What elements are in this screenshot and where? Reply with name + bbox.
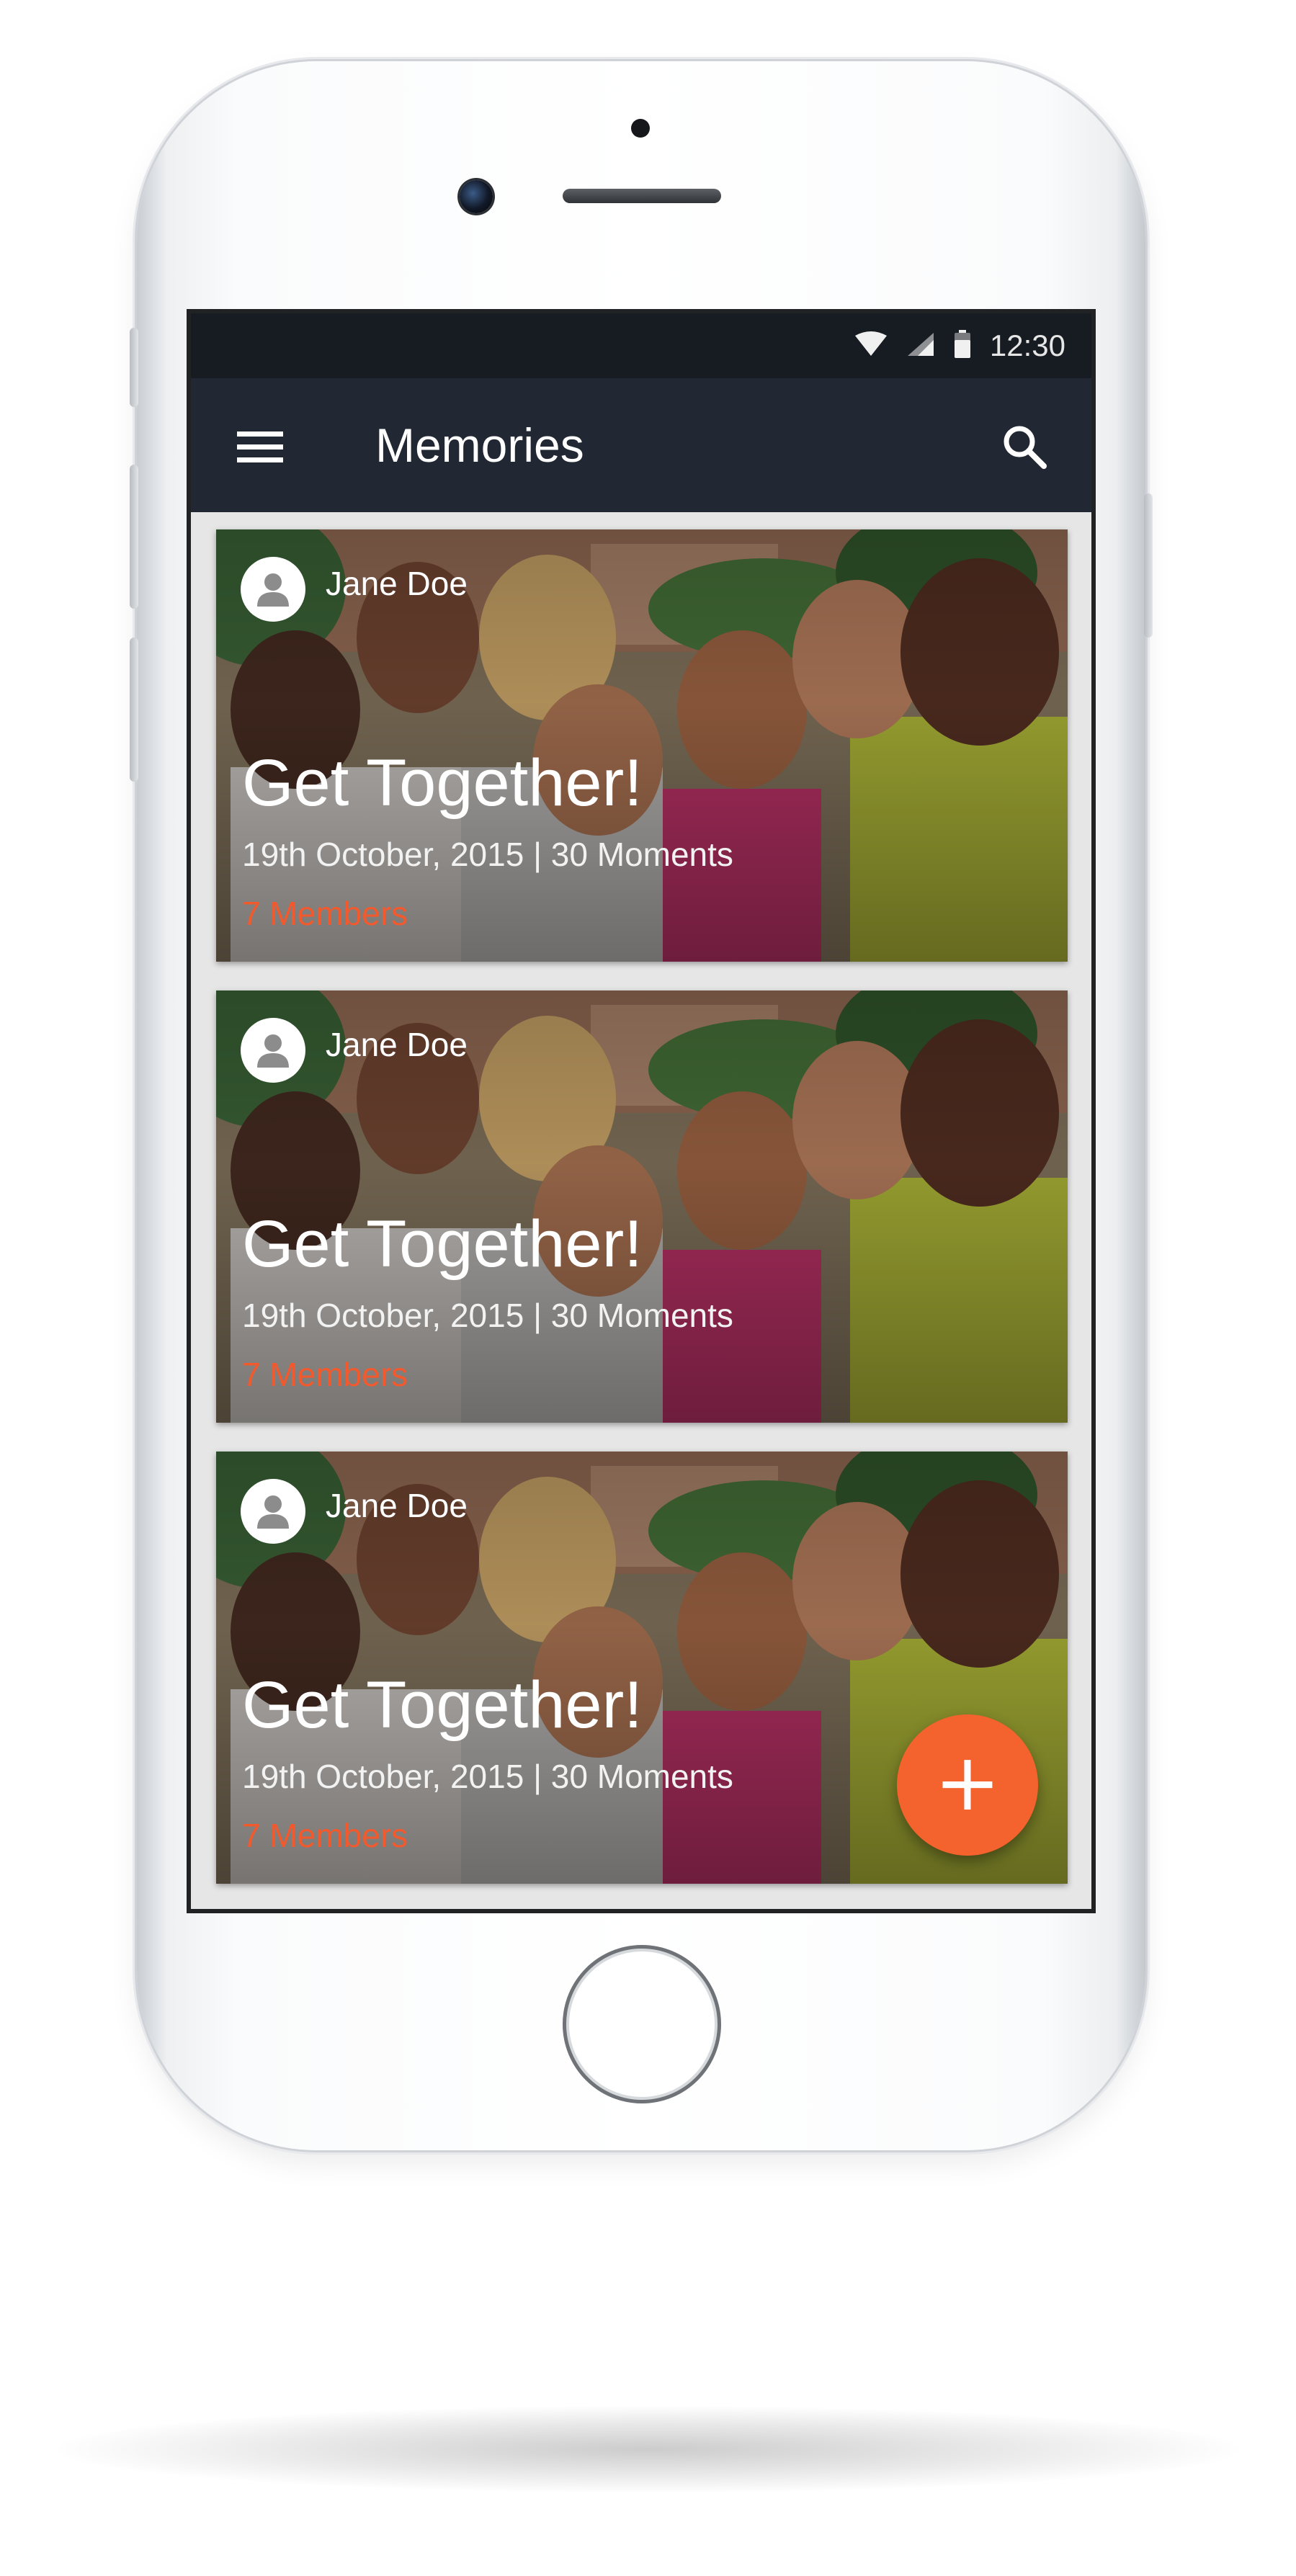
home-button[interactable] bbox=[563, 1945, 721, 2103]
avatar[interactable] bbox=[241, 1018, 305, 1083]
memory-card[interactable]: Jane Doe Get Together! 19th October, 201… bbox=[216, 990, 1068, 1423]
volume-down-button bbox=[130, 638, 138, 782]
author-name: Jane Doe bbox=[326, 1487, 468, 1524]
memory-card[interactable]: Jane Doe Get Together! 19th October, 201… bbox=[216, 529, 1068, 962]
memory-title: Get Together! bbox=[242, 1207, 643, 1281]
search-icon bbox=[1004, 426, 1047, 469]
front-camera bbox=[460, 180, 493, 213]
status-bar: 12:30 bbox=[191, 313, 1091, 378]
user-icon bbox=[257, 573, 289, 607]
mockup-stage: 12:30 Memories Jane Doe Get Together! 19… bbox=[0, 0, 1296, 2576]
avatar[interactable] bbox=[241, 1479, 305, 1544]
status-icons: 12:30 bbox=[854, 313, 1065, 378]
wifi-icon bbox=[854, 331, 888, 361]
author-name: Jane Doe bbox=[326, 1026, 468, 1063]
proximity-sensor bbox=[631, 119, 650, 138]
phone-screen: 12:30 Memories Jane Doe Get Together! 19… bbox=[191, 313, 1091, 1909]
app-title: Memories bbox=[375, 419, 584, 472]
mute-switch bbox=[130, 328, 138, 407]
earpiece-speaker bbox=[563, 189, 721, 203]
signal-icon bbox=[906, 331, 935, 361]
memory-meta: 19th October, 2015 | 30 Moments bbox=[242, 1758, 733, 1795]
memory-members[interactable]: 7 Members bbox=[242, 1355, 408, 1394]
app-bar: Memories bbox=[191, 378, 1091, 512]
user-icon bbox=[257, 1034, 289, 1068]
status-time: 12:30 bbox=[989, 328, 1065, 362]
menu-icon bbox=[237, 431, 283, 462]
menu-button[interactable] bbox=[231, 419, 289, 476]
avatar[interactable] bbox=[241, 557, 305, 622]
user-icon bbox=[257, 1495, 289, 1529]
phone-shadow bbox=[58, 2406, 1239, 2492]
memory-members[interactable]: 7 Members bbox=[242, 894, 408, 933]
search-button[interactable] bbox=[993, 416, 1055, 478]
volume-up-button bbox=[130, 465, 138, 609]
author-name: Jane Doe bbox=[326, 565, 468, 602]
power-button bbox=[1144, 493, 1153, 638]
memory-title: Get Together! bbox=[242, 1668, 643, 1742]
memory-members[interactable]: 7 Members bbox=[242, 1816, 408, 1855]
plus-icon: + bbox=[934, 1736, 1001, 1828]
memory-meta: 19th October, 2015 | 30 Moments bbox=[242, 836, 733, 873]
battery-icon bbox=[954, 329, 971, 362]
memory-meta: 19th October, 2015 | 30 Moments bbox=[242, 1297, 733, 1334]
add-memory-button[interactable]: + bbox=[897, 1714, 1038, 1856]
memory-title: Get Together! bbox=[242, 746, 643, 820]
